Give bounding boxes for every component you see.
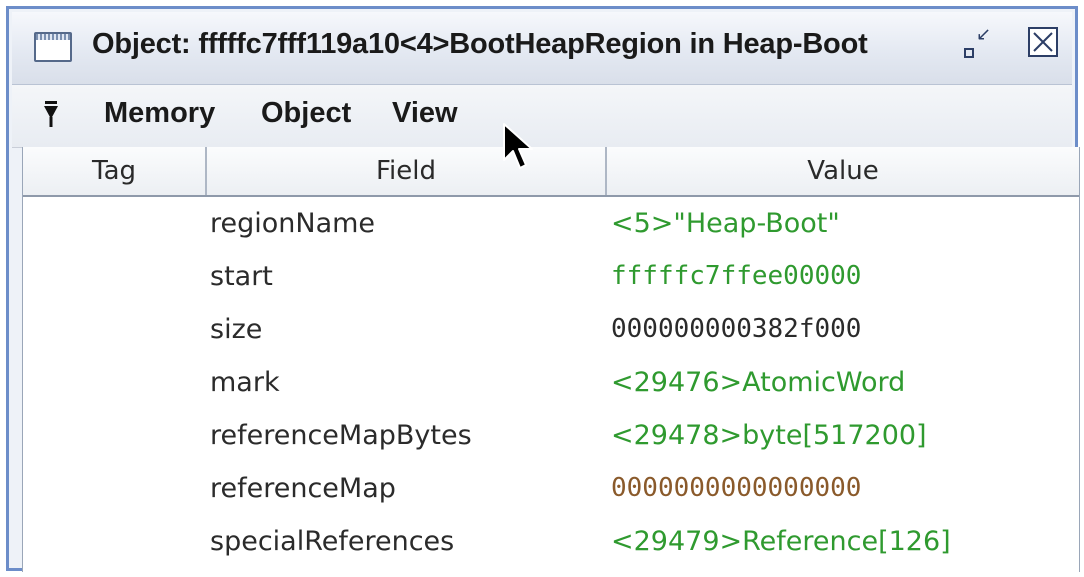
value-cell[interactable]: <29476>AtomicWord xyxy=(611,356,905,409)
menu-memory[interactable]: Memory xyxy=(104,97,215,130)
restore-icon[interactable]: ↙ xyxy=(962,24,992,62)
title-bar[interactable]: Object: fffffc7fff119a10<4>BootHeapRegio… xyxy=(12,12,1072,85)
dropdown-arrow-icon[interactable] xyxy=(42,99,60,129)
menu-view[interactable]: View xyxy=(392,97,458,130)
table-row[interactable]: size 000000000382f000 xyxy=(23,303,1079,356)
value-cell[interactable]: 0000000000000000 xyxy=(611,462,861,515)
column-header-tag[interactable]: Tag xyxy=(23,147,207,195)
inspector-window: Object: fffffc7fff119a10<4>BootHeapRegio… xyxy=(6,6,1080,572)
table-row[interactable]: referenceMap 0000000000000000 xyxy=(23,462,1079,515)
window-title: Object: fffffc7fff119a10<4>BootHeapRegio… xyxy=(92,28,868,60)
table-header: Tag Field Value xyxy=(23,147,1079,197)
menu-object[interactable]: Object xyxy=(261,97,351,130)
table-row[interactable]: specialReferences <29479>Reference[126] xyxy=(23,515,1079,568)
field-cell: regionName xyxy=(210,208,376,239)
table-row[interactable]: referenceMapBytes <29478>byte[517200] xyxy=(23,409,1079,462)
fields-table: Tag Field Value regionName <5>"Heap-Boot… xyxy=(22,147,1080,572)
value-cell[interactable]: 000000000382f000 xyxy=(611,303,861,356)
field-cell: size xyxy=(210,314,263,345)
field-cell: referenceMapBytes xyxy=(210,420,472,451)
value-cell[interactable]: fffffc7ffee00000 xyxy=(611,250,861,303)
close-icon[interactable] xyxy=(1028,27,1058,57)
table-row[interactable]: mark <29476>AtomicWord xyxy=(23,356,1079,409)
field-cell: referenceMap xyxy=(210,473,396,504)
window-icon xyxy=(34,32,72,62)
field-cell: start xyxy=(210,261,273,292)
value-cell[interactable]: <29479>Reference[126] xyxy=(611,515,951,568)
value-cell[interactable]: <5>"Heap-Boot" xyxy=(611,197,840,250)
table-row[interactable]: start fffffc7ffee00000 xyxy=(23,250,1079,303)
field-cell: mark xyxy=(210,367,280,398)
column-header-value[interactable]: Value xyxy=(607,147,1079,195)
menu-bar: Memory Object View xyxy=(12,85,1072,148)
value-cell[interactable]: <29478>byte[517200] xyxy=(611,409,927,462)
table-row[interactable]: regionName <5>"Heap-Boot" xyxy=(23,197,1079,250)
column-header-field[interactable]: Field xyxy=(207,147,607,195)
field-cell: specialReferences xyxy=(210,526,455,557)
